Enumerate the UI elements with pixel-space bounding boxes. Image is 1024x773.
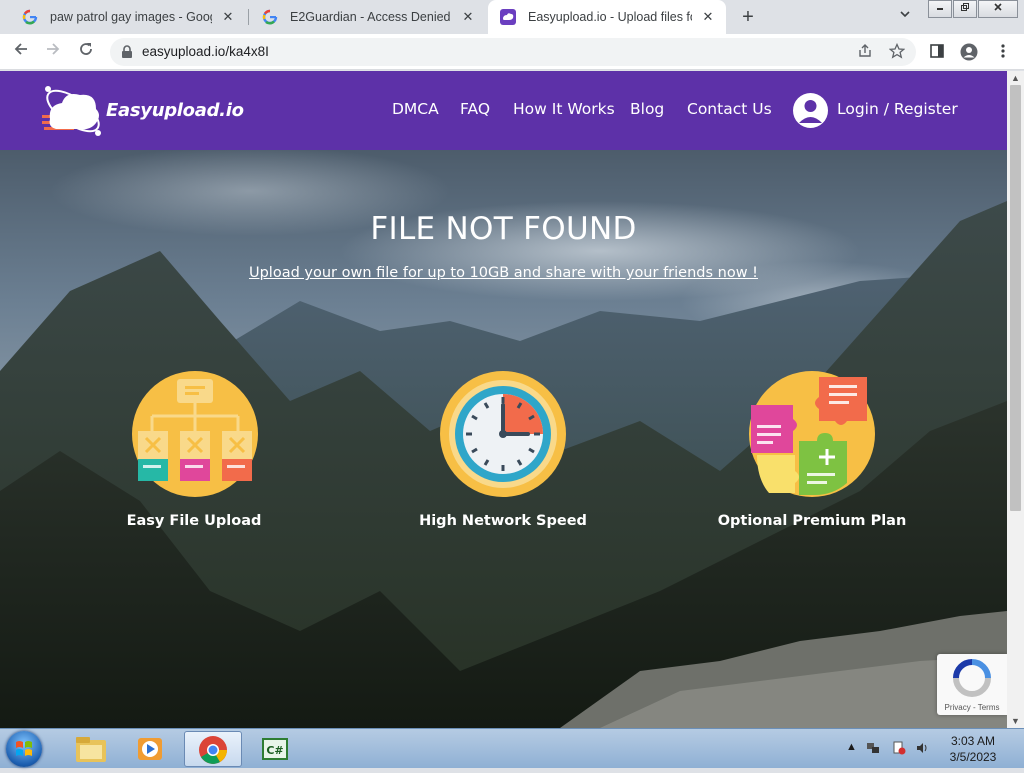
feature-label-upload: Easy File Upload (126, 513, 262, 529)
login-register-link[interactable]: Login / Register (837, 100, 958, 118)
upload-cta-link[interactable]: Upload your own file for up to 10GB and … (0, 265, 1007, 281)
reload-icon (80, 43, 92, 55)
close-window-button[interactable] (978, 0, 1018, 18)
browser-toolbar: easyupload.io/ka4x8I (0, 34, 1024, 70)
feature-label-speed: High Network Speed (419, 513, 587, 529)
start-button[interactable] (6, 731, 42, 767)
clock-date: 3/5/2023 (949, 750, 997, 764)
cloud-logo-icon (42, 86, 101, 136)
nav-contact-us[interactable]: Contact Us (687, 100, 772, 118)
taskbar: C# ▲ 3:03 AM 3/5/2023 (0, 728, 1024, 768)
page-viewport: Easyupload.io DMCA FAQ How It Works Blog… (0, 71, 1007, 728)
address-bar[interactable]: easyupload.io/ka4x8I (110, 38, 916, 66)
lock-icon (121, 45, 133, 59)
puzzle-icon (749, 371, 875, 497)
url-text: easyupload.io/ka4x8I (142, 44, 269, 59)
back-button[interactable] (10, 41, 32, 63)
windows-logo-icon (16, 741, 32, 756)
svg-text:C#: C# (266, 744, 283, 757)
explorer-icon[interactable] (62, 731, 120, 767)
reload-button[interactable] (75, 41, 97, 63)
site-logo[interactable]: Easyupload.io (40, 83, 244, 139)
clock-time: 3:03 AM (950, 734, 996, 748)
brand-name: Easyupload.io (106, 100, 244, 121)
flowchart-icon (132, 371, 258, 497)
clock-icon (440, 371, 566, 497)
site-header: Easyupload.io DMCA FAQ How It Works Blog… (0, 71, 1007, 150)
network-icon[interactable] (866, 741, 880, 758)
scrollbar-thumb[interactable] (1010, 85, 1021, 511)
profile-icon[interactable] (960, 43, 978, 61)
tab-separator (248, 9, 249, 25)
chrome-icon[interactable] (184, 731, 242, 767)
forward-button[interactable] (42, 41, 64, 63)
close-icon[interactable]: ✕ (220, 9, 236, 25)
scroll-down-arrow-icon[interactable]: ▼ (1011, 716, 1020, 726)
new-tab-button[interactable]: + (737, 6, 759, 28)
recaptcha-icon (953, 659, 991, 697)
page-title: FILE NOT FOUND (370, 211, 637, 247)
close-icon[interactable]: ✕ (700, 9, 716, 25)
share-icon[interactable] (856, 43, 874, 61)
arrow-left-icon (14, 43, 27, 55)
volume-icon[interactable] (915, 741, 929, 758)
easyupload-icon (500, 9, 516, 25)
tab-e2guardian[interactable]: E2Guardian - Access Denied ✕ (250, 0, 486, 34)
recaptcha-badge[interactable]: Privacy - Terms (937, 654, 1007, 715)
star-icon[interactable] (888, 42, 906, 61)
nav-how-it-works[interactable]: How It Works (513, 100, 615, 118)
system-clock[interactable]: 3:03 AM 3/5/2023 (942, 733, 1004, 765)
nav-dmca[interactable]: DMCA (392, 100, 439, 118)
more-menu-icon[interactable] (994, 43, 1012, 61)
chevron-down-icon[interactable] (896, 8, 914, 26)
arrow-right-icon (47, 43, 60, 55)
tab-title: E2Guardian - Access Denied (290, 10, 451, 24)
google-icon (262, 9, 278, 25)
tab-paw-patrol[interactable]: paw patrol gay images - Google ✕ (10, 0, 246, 34)
scroll-up-arrow-icon[interactable]: ▲ (1011, 73, 1020, 83)
tab-strip: paw patrol gay images - Google ✕ E2Guard… (0, 0, 1024, 34)
recaptcha-legal-text[interactable]: Privacy - Terms (937, 703, 1007, 712)
minimize-button[interactable] (928, 0, 952, 18)
tab-title: Easyupload.io - Upload files for fr (528, 10, 692, 24)
tab-easyupload[interactable]: Easyupload.io - Upload files for fr ✕ (488, 0, 726, 34)
page-scrollbar[interactable]: ▲ ▼ (1007, 71, 1024, 728)
google-icon (22, 9, 38, 25)
csharp-icon[interactable]: C# (246, 731, 304, 767)
show-hidden-icons-icon[interactable]: ▲ (846, 741, 857, 753)
feature-label-premium: Optional Premium Plan (717, 513, 907, 529)
side-panel-icon[interactable] (928, 43, 946, 61)
user-icon[interactable] (793, 93, 828, 128)
nav-faq[interactable]: FAQ (460, 100, 490, 118)
restore-button[interactable] (953, 0, 977, 18)
close-icon[interactable]: ✕ (460, 9, 476, 25)
nav-blog[interactable]: Blog (630, 100, 664, 118)
media-player-icon[interactable] (122, 731, 180, 767)
tab-title: paw patrol gay images - Google (50, 10, 212, 24)
action-center-icon[interactable] (892, 741, 906, 758)
